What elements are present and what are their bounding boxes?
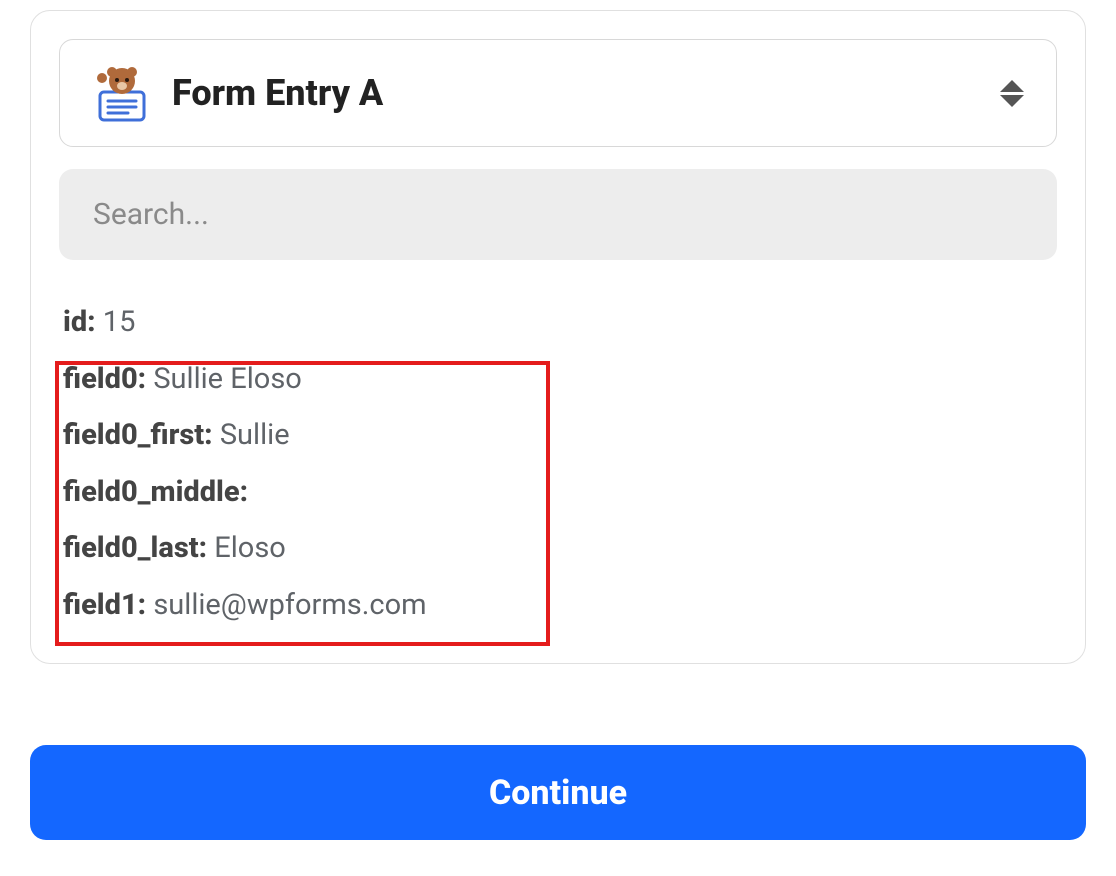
entry-field-label: field0_last:	[63, 531, 207, 565]
form-selector-left: Form Entry A	[92, 64, 383, 122]
continue-button[interactable]: Continue	[30, 745, 1086, 840]
entry-field-label: field0_middle:	[63, 475, 248, 509]
entry-field-value: Sullie Eloso	[153, 362, 302, 396]
form-selector-title: Form Entry A	[172, 72, 383, 114]
wpforms-logo-icon	[92, 64, 150, 122]
entry-field-row: field0: Sullie Eloso	[63, 351, 1053, 408]
search-container	[59, 169, 1057, 260]
entry-field-label: field1:	[63, 588, 146, 622]
entry-id-row: id: 15	[63, 294, 1053, 351]
form-entry-card: Form Entry A id: 15 field0: Sullie Eloso…	[30, 10, 1086, 664]
entry-field-row: field0_middle:	[63, 464, 1053, 521]
entry-field-label: field0:	[63, 362, 146, 396]
entry-field-row: field0_first: Sullie	[63, 407, 1053, 464]
entry-field-label: field0_first:	[63, 418, 213, 452]
sort-icon	[1000, 80, 1024, 107]
entry-field-row: field0_last: Eloso	[63, 520, 1053, 577]
entry-field-value: sullie@wpforms.com	[153, 588, 426, 622]
entry-id-label: id:	[63, 305, 96, 339]
entry-field-value: Sullie	[220, 418, 290, 452]
entry-id-value: 15	[103, 305, 136, 339]
entry-field-row: field1: sullie@wpforms.com	[63, 577, 1053, 634]
entry-field-value: Eloso	[214, 531, 286, 565]
search-input[interactable]	[93, 197, 1023, 232]
form-selector[interactable]: Form Entry A	[59, 39, 1057, 147]
entry-data: id: 15 field0: Sullie Eloso field0_first…	[59, 294, 1057, 639]
